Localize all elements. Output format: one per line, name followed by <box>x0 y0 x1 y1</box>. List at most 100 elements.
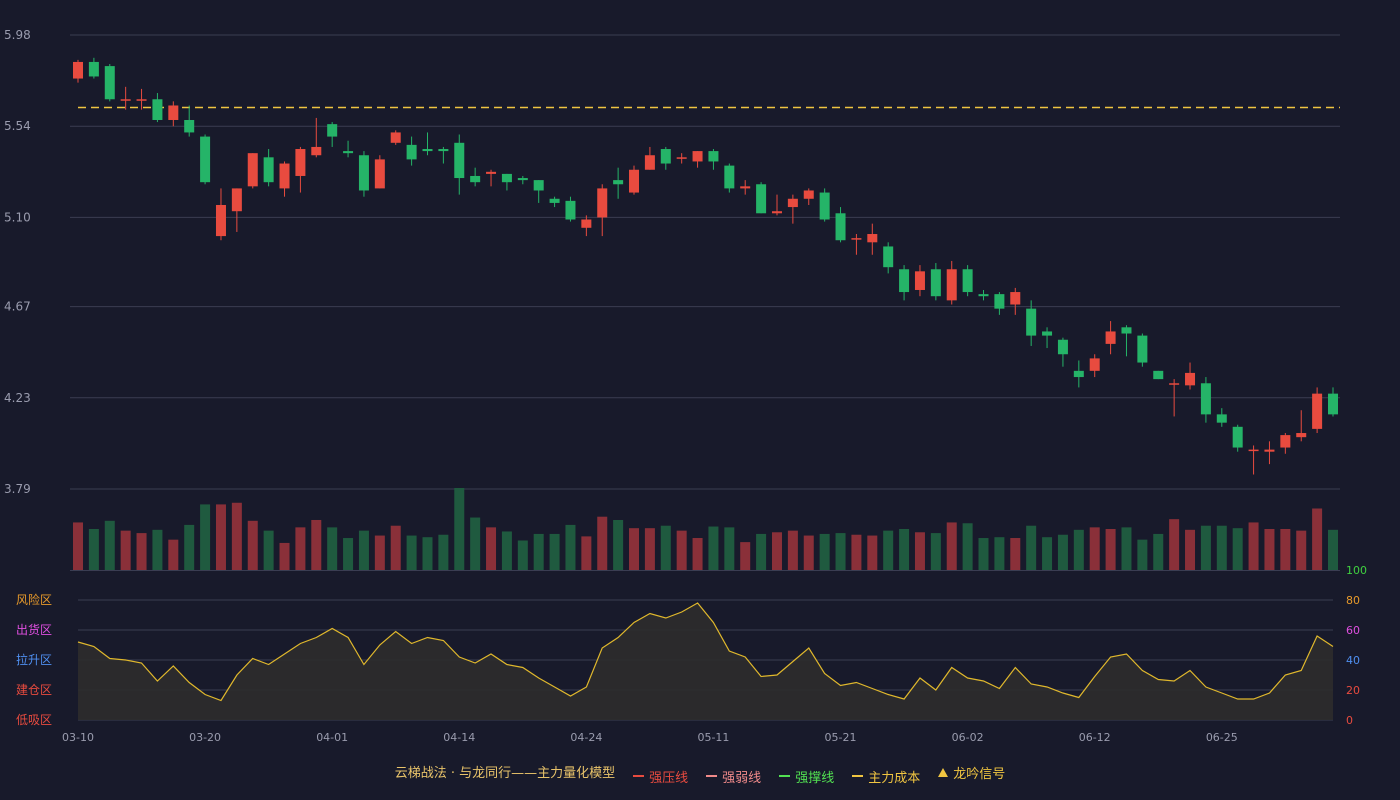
indicator-tick-label: 80 <box>1346 594 1360 607</box>
candle-body <box>1280 435 1291 448</box>
volume-bar <box>756 533 767 570</box>
price-tick-label: 4.23 <box>4 391 31 405</box>
candle-body <box>1057 339 1068 355</box>
volume-bar <box>120 530 131 570</box>
indicator-panel: 100 80 60 40 20 0 风险区出货区拉升区建仓区低吸区 <box>16 564 1367 727</box>
legend-item[interactable]: 强弱线 <box>706 767 761 786</box>
candle-body <box>73 61 83 79</box>
legend-label: 强压线 <box>649 770 689 786</box>
volume-bars <box>73 488 1338 570</box>
volume-bar <box>692 538 703 570</box>
volume-bar <box>215 504 226 570</box>
candle-body <box>1169 383 1180 385</box>
volume-bar <box>1026 525 1037 570</box>
legend-item[interactable]: 主力成本 <box>852 767 920 786</box>
volume-bar <box>787 530 798 570</box>
volume-bar <box>835 533 846 570</box>
triangle-signal-icon <box>938 768 949 777</box>
volume-bar <box>819 533 830 570</box>
volume-bar <box>295 527 306 570</box>
candle-body <box>1312 393 1323 429</box>
candle-body <box>374 159 385 189</box>
volume-bar <box>565 524 576 570</box>
candle-body <box>1121 327 1132 334</box>
candle-body <box>136 99 147 101</box>
candle-body <box>803 190 814 199</box>
candle-body <box>1296 433 1307 438</box>
volume-bar <box>1200 525 1211 570</box>
date-tick-label: 05-21 <box>825 731 857 744</box>
legend-item[interactable]: 龙吟信号 <box>938 763 1005 782</box>
date-tick-label: 04-14 <box>443 731 475 744</box>
volume-bar <box>930 533 941 570</box>
candle-body <box>1137 335 1148 363</box>
candle-body <box>1010 292 1021 305</box>
volume-bar <box>501 531 512 570</box>
candle-body <box>501 173 512 183</box>
candle-body <box>1105 331 1116 344</box>
candle-body <box>994 294 1005 309</box>
volume-bar <box>1248 522 1259 570</box>
volume-bar <box>168 539 179 570</box>
volume-bar <box>1153 533 1164 570</box>
volume-bar <box>629 528 640 570</box>
volume-bar <box>613 519 624 570</box>
volume-bar <box>883 530 894 570</box>
volume-bar <box>978 538 989 570</box>
candle-body <box>1216 414 1227 423</box>
candle-body <box>438 149 449 152</box>
volume-bar <box>438 534 449 570</box>
date-tick-label: 05-11 <box>697 731 729 744</box>
volume-bar <box>549 533 560 570</box>
candle-body <box>1185 372 1196 386</box>
legend-label: 强撑线 <box>795 770 835 786</box>
volume-bar <box>136 533 147 570</box>
legend-item[interactable]: 强压线 <box>633 767 688 786</box>
volume-bar <box>1296 530 1307 570</box>
candle-body <box>184 119 195 133</box>
legend-item[interactable]: 强撑线 <box>779 767 834 786</box>
candle-body <box>295 149 306 176</box>
volume-bar <box>914 532 925 570</box>
volume-bar <box>1073 529 1084 570</box>
price-axis: 5.98 5.54 5.10 4.67 4.23 3.79 <box>4 28 31 496</box>
candle-body <box>406 144 417 160</box>
candle-body <box>486 171 497 174</box>
candle-body <box>692 151 703 162</box>
volume-bar <box>1169 519 1180 570</box>
candle-body <box>168 105 179 120</box>
candle-body <box>930 269 941 297</box>
volume-bar <box>867 535 878 570</box>
legend-line-icon <box>706 775 718 777</box>
volume-bar <box>597 516 608 570</box>
volume-bar <box>279 542 290 570</box>
price-tick-label: 4.67 <box>4 300 31 314</box>
candle-body <box>676 157 687 159</box>
candle-body <box>88 61 99 77</box>
volume-bar <box>899 529 910 570</box>
candle-body <box>1153 370 1164 380</box>
volume-bar <box>517 540 528 570</box>
legend-item[interactable]: 云梯战法 · 与龙同行——主力量化模型 <box>395 762 615 781</box>
candle-body <box>660 149 671 164</box>
volume-bar <box>88 529 99 570</box>
date-tick-label: 04-24 <box>570 731 602 744</box>
candle-body <box>597 188 608 218</box>
indicator-tick-label: 40 <box>1346 654 1360 667</box>
candle-body <box>390 132 401 143</box>
stock-chart: 5.98 5.54 5.10 4.67 4.23 3.79 100 80 60 40 20 0 风险区… <box>4 28 1367 744</box>
volume-bar <box>73 522 83 570</box>
candle-body <box>1248 449 1259 452</box>
date-tick-label: 03-10 <box>62 731 94 744</box>
volume-bar <box>1216 525 1227 570</box>
volume-bar <box>470 517 481 570</box>
volume-bar <box>343 538 354 570</box>
volume-bar <box>1328 529 1338 570</box>
indicator-zone-label: 出货区 <box>16 622 52 637</box>
volume-bar <box>676 530 687 570</box>
candle-body <box>867 234 878 243</box>
date-tick-label: 06-25 <box>1206 731 1238 744</box>
volume-bar <box>1042 537 1053 570</box>
volume-bar <box>486 527 497 570</box>
candle-body <box>549 198 560 203</box>
